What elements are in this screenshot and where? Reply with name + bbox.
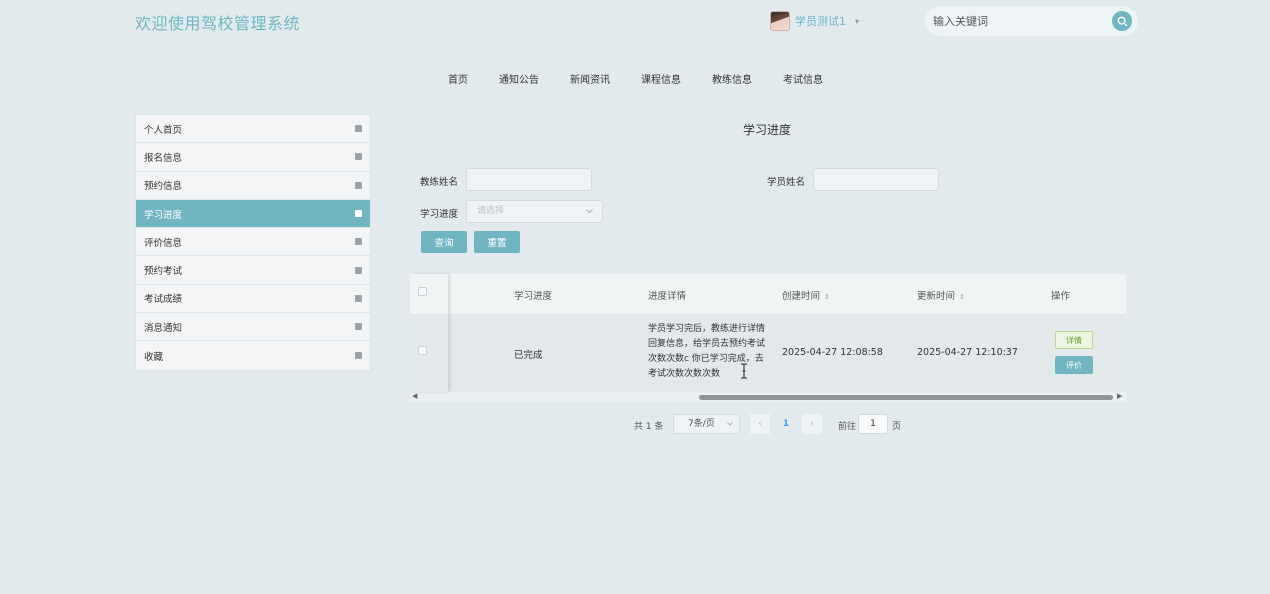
avatar	[770, 11, 790, 31]
nav-item-coaches[interactable]: 教练信息	[712, 71, 752, 86]
text-cursor-icon	[741, 363, 747, 379]
home-icon	[355, 294, 362, 302]
home-icon	[355, 153, 362, 161]
col-updated-label: 更新时间	[917, 291, 956, 302]
query-button[interactable]: 查询	[421, 231, 467, 253]
progress-select-placeholder: 请选择	[477, 206, 505, 216]
progress-table: 学习进度 进度详情 创建时间 ⇕ 更新时间 ⇕ 操作 已完成 学员学习完后，教练进行…	[410, 274, 1126, 402]
col-actions: 操作	[1051, 291, 1071, 302]
sidebar-item-label: 考试成绩	[144, 294, 183, 306]
sidebar-item-profile[interactable]: 个人首页	[136, 115, 370, 144]
table-header: 学习进度 进度详情 创建时间 ⇕ 更新时间 ⇕ 操作	[410, 274, 1126, 314]
coach-name-label: 教练姓名	[420, 177, 459, 188]
progress-select[interactable]: 请选择	[466, 200, 603, 223]
next-page-button[interactable]: ›	[802, 414, 822, 434]
cell-created: 2025-04-27 12:08:58	[782, 347, 883, 358]
sidebar-item-registration[interactable]: 报名信息	[136, 143, 370, 172]
horizontal-scrollbar[interactable]: ◀ ▶	[410, 392, 1126, 402]
scroll-left-icon[interactable]: ◀	[412, 392, 417, 400]
home-icon	[355, 266, 362, 274]
home-icon	[355, 181, 362, 189]
col-detail: 进度详情	[648, 291, 687, 302]
page-size-select[interactable]: 7条/页	[673, 414, 740, 434]
scroll-thumb[interactable]	[699, 395, 1113, 400]
sidebar-item-label: 消息通知	[144, 322, 183, 334]
goto-page-input[interactable]: 1	[858, 414, 888, 434]
header: 欢迎使用驾校管理系统 学员测试1 ▾	[0, 0, 1270, 44]
detail-button[interactable]: 详情	[1055, 331, 1093, 349]
sidebar-item-messages[interactable]: 消息通知	[136, 313, 370, 342]
coach-name-input[interactable]	[466, 168, 592, 191]
sidebar-item-booking[interactable]: 预约信息	[136, 172, 370, 200]
chevron-down-icon	[586, 209, 593, 214]
nav-item-exams[interactable]: 考试信息	[783, 71, 823, 86]
student-name-label: 学员姓名	[767, 177, 806, 188]
page-title: 学习进度	[742, 123, 791, 137]
home-icon	[355, 352, 362, 360]
goto-label: 前往	[838, 422, 857, 432]
scroll-right-icon[interactable]: ▶	[1117, 392, 1122, 400]
cell-updated: 2025-04-27 12:10:37	[917, 347, 1018, 358]
nav-item-notices[interactable]: 通知公告	[499, 71, 539, 86]
col-progress: 学习进度	[514, 291, 553, 302]
sidebar: 个人首页 报名信息 预约信息 学习进度 评价信息 预约考试 考试成绩 消息通知 …	[135, 114, 371, 371]
sidebar-item-favorites[interactable]: 收藏	[136, 341, 370, 369]
search-box	[925, 6, 1138, 36]
chevron-down-icon: ▾	[855, 16, 860, 26]
progress-label: 学习进度	[420, 209, 459, 220]
home-icon	[355, 210, 362, 218]
chevron-down-icon	[727, 422, 733, 426]
sidebar-item-label: 收藏	[144, 351, 164, 363]
evaluate-button[interactable]: 评价	[1055, 356, 1093, 374]
nav-item-courses[interactable]: 课程信息	[641, 71, 681, 86]
sidebar-item-exam-booking[interactable]: 预约考试	[136, 256, 370, 285]
sidebar-item-label: 预约信息	[144, 181, 183, 193]
sort-icon[interactable]: ⇕	[959, 293, 965, 301]
row-checkbox[interactable]	[418, 346, 427, 355]
page-size-value: 7条/页	[688, 419, 715, 429]
sidebar-item-label: 评价信息	[144, 237, 183, 249]
sidebar-item-label: 报名信息	[144, 152, 183, 164]
search-input[interactable]	[933, 11, 1103, 31]
sidebar-item-progress[interactable]: 学习进度	[136, 199, 370, 229]
cell-detail: 学员学习完后，教练进行详情回复信息，给学员去预约考试次数次数c 你已学习完成，去…	[648, 324, 766, 379]
student-name-input[interactable]	[813, 168, 939, 191]
sidebar-item-evaluation[interactable]: 评价信息	[136, 228, 370, 257]
home-icon	[355, 323, 362, 331]
sidebar-item-label: 个人首页	[144, 124, 183, 136]
search-button[interactable]	[1112, 11, 1132, 31]
user-name: 学员测试1	[795, 15, 846, 28]
cell-progress: 已完成	[514, 350, 543, 361]
sort-icon[interactable]: ⇕	[824, 293, 830, 301]
pagination: 共 1 条 7条/页 ‹ 1 › 前往 1 页	[396, 414, 1138, 436]
sidebar-item-label: 学习进度	[144, 209, 183, 221]
checkbox-column	[410, 274, 448, 392]
user-menu[interactable]: 学员测试1 ▾	[770, 10, 859, 32]
site-title: 欢迎使用驾校管理系统	[135, 14, 301, 33]
select-all-checkbox[interactable]	[418, 287, 427, 296]
nav-item-news[interactable]: 新闻资讯	[570, 71, 610, 86]
col-created-label: 创建时间	[782, 291, 821, 302]
home-icon	[355, 125, 362, 133]
sidebar-item-label: 预约考试	[144, 266, 183, 278]
table-row: 已完成 学员学习完后，教练进行详情回复信息，给学员去预约考试次数次数c 你已学习…	[410, 314, 1126, 392]
page-number-current[interactable]: 1	[776, 414, 796, 434]
nav-item-home[interactable]: 首页	[448, 71, 468, 86]
home-icon	[355, 238, 362, 246]
main-content: 学习进度 教练姓名 学员姓名 学习进度 请选择 查询 重置 学习进度 进度详情 …	[396, 114, 1138, 448]
col-updated[interactable]: 更新时间 ⇕	[917, 288, 965, 302]
prev-page-button[interactable]: ‹	[750, 414, 770, 434]
pagination-total: 共 1 条	[634, 422, 664, 432]
search-icon	[1117, 16, 1127, 26]
sidebar-item-exam-scores[interactable]: 考试成绩	[136, 285, 370, 314]
top-nav: 首页 通知公告 新闻资讯 课程信息 教练信息 考试信息	[448, 71, 854, 86]
page-suffix: 页	[892, 422, 902, 432]
reset-button[interactable]: 重置	[474, 231, 520, 253]
col-created[interactable]: 创建时间 ⇕	[782, 288, 830, 302]
